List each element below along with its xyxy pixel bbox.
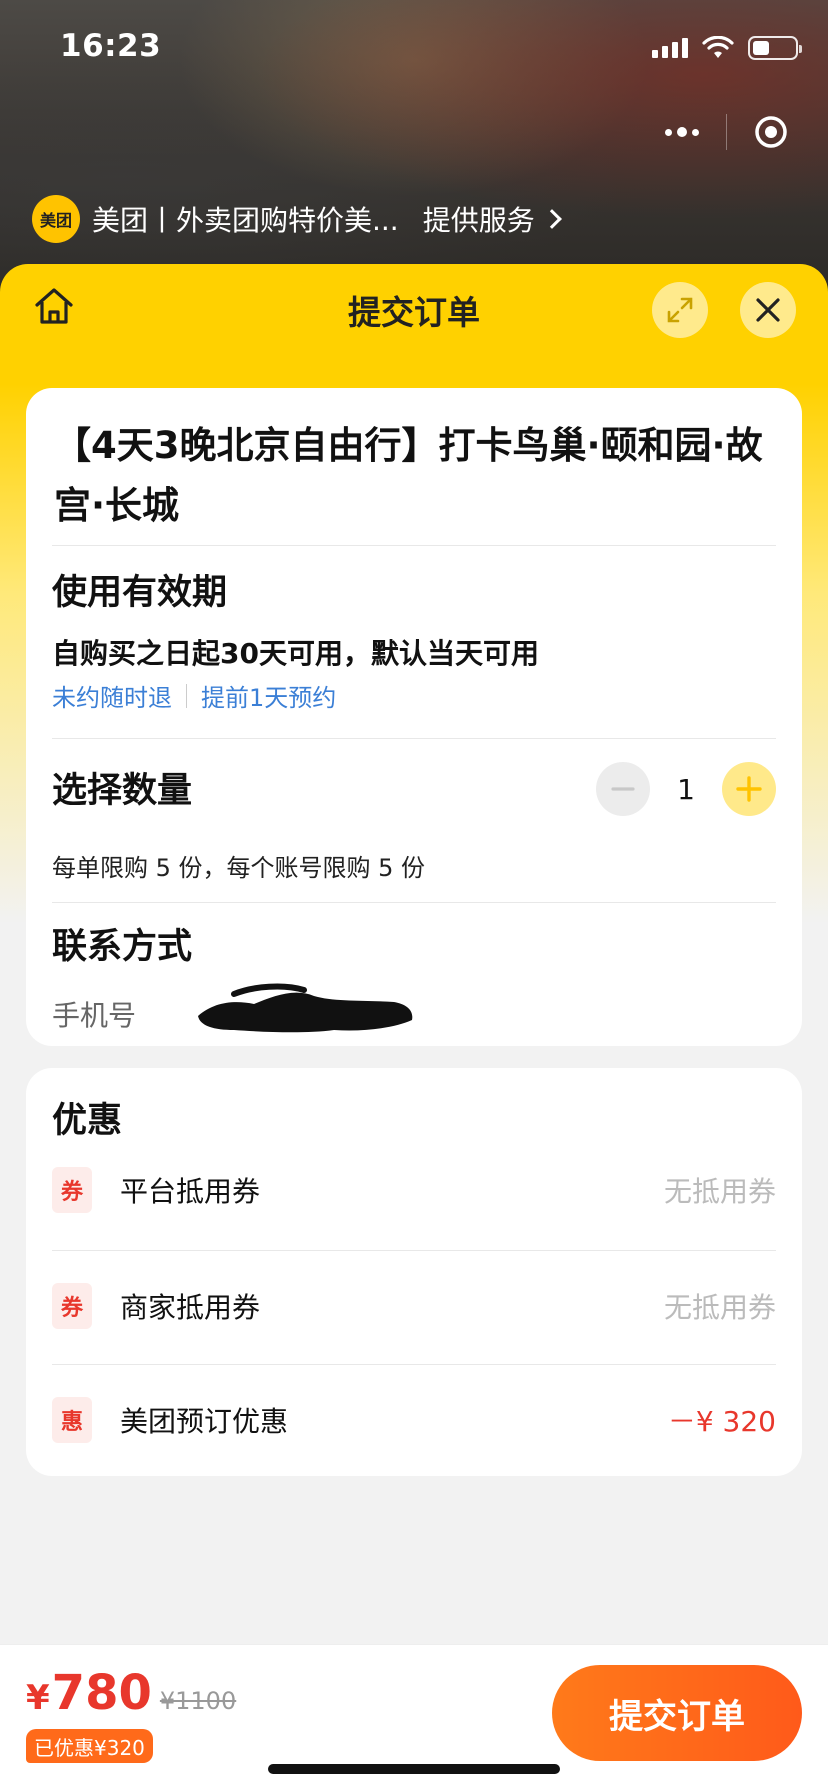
expand-icon[interactable] xyxy=(652,282,708,338)
submit-order-button[interactable]: 提交订单 xyxy=(552,1665,802,1761)
final-price: 780 xyxy=(51,1665,152,1721)
discount-label: 平台抵用券 xyxy=(120,1175,261,1208)
divider xyxy=(52,545,776,546)
discount-label: 美团预订优惠 xyxy=(120,1405,289,1438)
discount-title: 优惠 xyxy=(52,1101,123,1141)
phone-label: 手机号 xyxy=(52,999,137,1032)
validity-title: 使用有效期 xyxy=(52,573,228,613)
status-bar: 16:23 xyxy=(0,0,828,100)
minus-icon[interactable] xyxy=(596,762,650,816)
phone-redacted-scribble xyxy=(198,983,413,1033)
more-dots-icon[interactable] xyxy=(638,100,726,164)
platform-coupon-row[interactable]: 券 平台抵用券 无抵用券 xyxy=(52,1160,776,1220)
service-link[interactable]: 提供服务 xyxy=(423,199,535,239)
chevron-right-icon xyxy=(541,209,562,229)
coupon-badge: 券 xyxy=(52,1167,92,1213)
validity-tags: 未约随时退 提前1天预约 xyxy=(52,678,336,713)
discount-label: 商家抵用券 xyxy=(120,1291,261,1324)
quantity-value: 1 xyxy=(677,772,695,806)
signal-icon xyxy=(652,38,688,58)
booking-discount-row: 惠 美团预订优惠 －¥ 320 xyxy=(52,1390,776,1450)
discount-amount: －¥ 320 xyxy=(667,1405,776,1438)
order-sheet: 提交订单 【4天3晚北京自由行】打卡鸟巢·颐和园·故宫·长城 使用有效期 自购买… xyxy=(0,264,828,1792)
original-price: ¥1100 xyxy=(159,1687,237,1715)
purchase-limit-text: 每单限购 5 份，每个账号限购 5 份 xyxy=(52,854,426,882)
merchant-coupon-row[interactable]: 券 商家抵用券 无抵用券 xyxy=(52,1276,776,1336)
close-icon[interactable] xyxy=(740,282,796,338)
divider xyxy=(52,1250,776,1251)
home-indicator xyxy=(268,1764,560,1774)
saved-amount-badge: 已优惠¥320 xyxy=(26,1729,153,1763)
meituan-logo: 美团 xyxy=(32,195,80,243)
wifi-icon xyxy=(702,36,734,58)
battery-icon xyxy=(748,36,802,60)
discount-value: 无抵用券 xyxy=(663,1291,776,1324)
discount-card: 优惠 券 平台抵用券 无抵用券 券 商家抵用券 无抵用券 惠 美团预订优惠 －¥… xyxy=(26,1068,802,1476)
miniapp-title: 美团丨外卖团购特价美... xyxy=(92,204,399,237)
divider xyxy=(52,902,776,903)
order-card: 【4天3晚北京自由行】打卡鸟巢·颐和园·故宫·长城 使用有效期 自购买之日起30… xyxy=(26,388,802,1046)
discount-badge: 惠 xyxy=(52,1397,92,1443)
status-time: 16:23 xyxy=(60,28,162,64)
discount-value: 无抵用券 xyxy=(663,1175,776,1208)
validity-text: 自购买之日起30天可用，默认当天可用 xyxy=(52,637,539,670)
tag-separator xyxy=(186,683,187,708)
quantity-title: 选择数量 xyxy=(52,771,193,811)
product-title: 【4天3晚北京自由行】打卡鸟巢·颐和园·故宫·长城 xyxy=(54,424,763,527)
tag-reservation: 提前1天预约 xyxy=(201,684,337,712)
currency-symbol: ¥ xyxy=(26,1678,50,1718)
divider xyxy=(52,738,776,739)
status-icons xyxy=(652,36,802,60)
tag-refund: 未约随时退 xyxy=(52,684,172,712)
miniapp-capsule xyxy=(638,100,816,164)
plus-icon[interactable] xyxy=(722,762,776,816)
quantity-stepper: 1 xyxy=(596,762,776,816)
price-block: ¥ 780 ¥1100 xyxy=(26,1665,236,1721)
contact-title: 联系方式 xyxy=(52,927,193,967)
coupon-badge: 券 xyxy=(52,1283,92,1329)
sheet-header: 提交订单 xyxy=(0,264,828,354)
target-icon[interactable] xyxy=(727,100,815,164)
miniapp-bar[interactable]: 美团 美团丨外卖团购特价美... 提供服务 xyxy=(32,194,562,244)
divider xyxy=(52,1364,776,1365)
